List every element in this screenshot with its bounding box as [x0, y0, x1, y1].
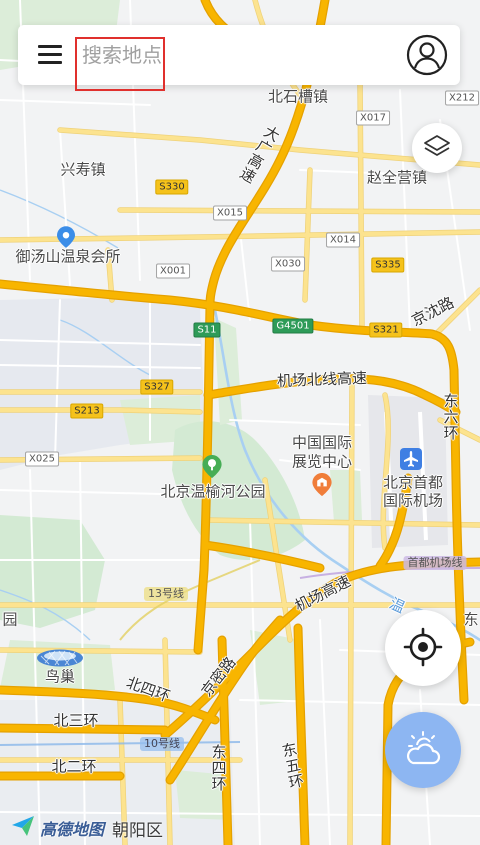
road-label-north-3rd-ring: 北三环 — [53, 711, 99, 730]
road-shield-x030: X030 — [271, 256, 305, 272]
layers-button[interactable] — [412, 123, 462, 173]
map-app: 北石槽镇 兴寿镇 赵全营镇 御汤山温泉会所 中国国际 展览中心 北京首都 国际机… — [0, 0, 480, 845]
amap-logo-icon — [12, 816, 34, 840]
user-button[interactable] — [405, 33, 449, 77]
place-label-wenyuhe-park[interactable]: 北京温榆河公园 — [160, 483, 265, 501]
map-attribution: 高德地图 朝阳区 — [12, 815, 163, 841]
road-shield-s330: S330 — [155, 179, 189, 195]
place-label-niaochao[interactable]: 鸟巢 — [45, 668, 75, 686]
road-shield-x017: X017 — [356, 110, 390, 126]
park-pin-icon[interactable] — [202, 455, 222, 482]
road-shield-s11: S11 — [193, 322, 221, 338]
user-icon — [405, 34, 449, 80]
district-name: 朝阳区 — [112, 820, 164, 841]
search-input[interactable] — [78, 33, 408, 77]
expo-pin-icon[interactable] — [312, 473, 332, 500]
brand-name: 高德地图 — [40, 820, 105, 839]
place-label-xingshou[interactable]: 兴寿镇 — [60, 161, 105, 179]
place-label-edge-right: 东 — [463, 610, 479, 629]
airport-icon[interactable] — [400, 448, 422, 474]
menu-button[interactable] — [32, 39, 68, 71]
road-shield-s327: S327 — [140, 379, 174, 395]
weather-icon — [401, 729, 445, 772]
place-label-beishicao[interactable]: 北石槽镇 — [268, 88, 328, 106]
road-label-airport-north-line: 机场北线高速 — [276, 368, 368, 391]
road-shield-x001: X001 — [156, 263, 190, 279]
road-shield-s321: S321 — [369, 322, 403, 338]
road-label-east-6th-ring: 东六环 — [441, 393, 460, 441]
metro-label-line10[interactable]: 10号线 — [140, 737, 184, 751]
road-shield-x015: X015 — [213, 205, 247, 221]
locate-button[interactable] — [385, 610, 461, 686]
road-shield-x212: X212 — [445, 90, 479, 106]
place-label-expo-line1[interactable]: 中国国际 — [292, 434, 352, 452]
road-shield-s213: S213 — [70, 403, 104, 419]
place-label-airport-line2[interactable]: 国际机场 — [383, 492, 443, 510]
place-label-airport-line1[interactable]: 北京首都 — [383, 474, 443, 492]
place-label-edge-left: 园 — [2, 610, 18, 629]
layers-icon — [422, 132, 452, 165]
place-label-yutangshan[interactable]: 御汤山温泉会所 — [15, 248, 120, 266]
place-label-zhaoquanying[interactable]: 赵全营镇 — [367, 169, 427, 187]
road-shield-s335: S335 — [371, 257, 405, 273]
search-bar[interactable] — [18, 25, 460, 85]
place-label-expo-line2[interactable]: 展览中心 — [292, 453, 352, 471]
metro-label-line13[interactable]: 13号线 — [144, 587, 188, 601]
road-label-east-4th-ring: 东四环 — [209, 744, 228, 792]
weather-button[interactable] — [385, 712, 461, 788]
road-shield-x025: X025 — [25, 451, 59, 467]
menu-icon — [35, 44, 65, 70]
road-label-north-2nd-ring: 北二环 — [51, 757, 97, 776]
road-shield-x014: X014 — [326, 232, 360, 248]
road-shield-g4501: G4501 — [272, 318, 314, 334]
locate-icon — [403, 627, 443, 670]
metro-label-airport-express[interactable]: 首都机场线 — [403, 556, 467, 570]
